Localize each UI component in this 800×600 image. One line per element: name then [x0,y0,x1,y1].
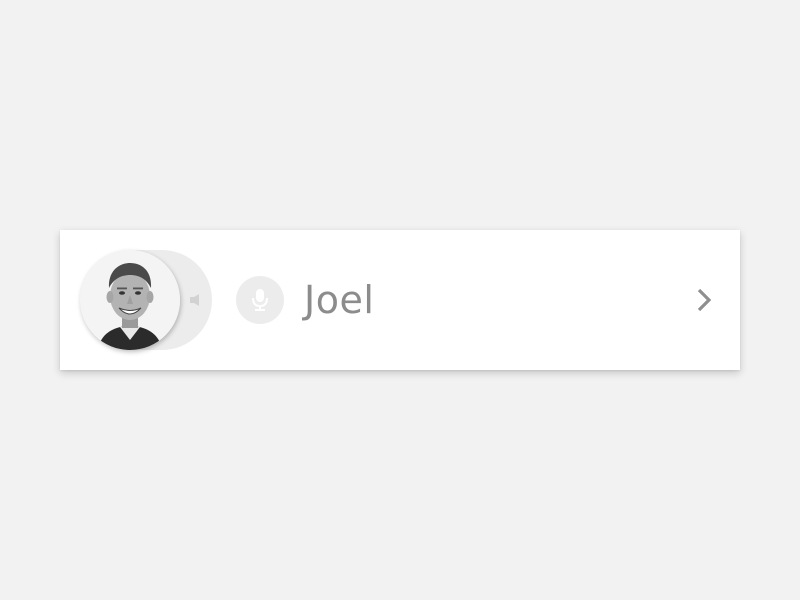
chevron-right-icon[interactable] [692,286,716,314]
contact-card[interactable]: Joel [60,230,740,370]
avatar[interactable] [80,250,180,350]
mic-button[interactable] [236,276,284,324]
contact-name: Joel [304,278,375,322]
speaker-icon [190,294,199,306]
avatar-group [80,250,212,350]
avatar-photo [80,250,180,350]
microphone-icon [252,289,268,311]
